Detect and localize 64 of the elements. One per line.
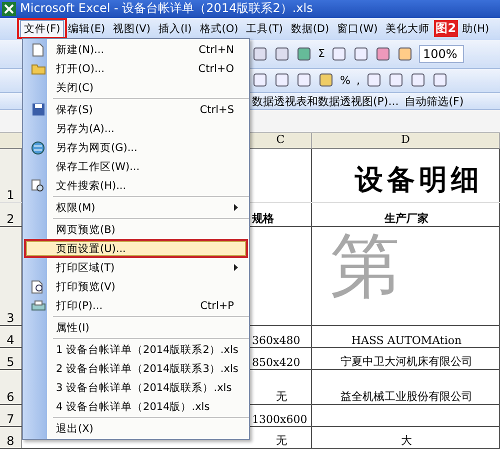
folder-icon	[30, 62, 46, 74]
column-header[interactable]: D	[312, 133, 500, 148]
row-header[interactable]: 1	[0, 148, 22, 202]
zoom-field[interactable]: 100%	[418, 44, 464, 63]
menu-entry[interactable]: 打印区域(T)	[24, 258, 248, 277]
menu-item[interactable]: 文件(F)	[20, 20, 64, 38]
menu-entry[interactable]: 属性(I)	[24, 318, 248, 337]
floppy-icon	[32, 103, 44, 116]
menu-entry[interactable]: 新建(N)... Ctrl+N	[24, 40, 248, 59]
row-header[interactable]: 7	[0, 404, 22, 426]
row-header[interactable]: 2	[0, 202, 22, 226]
row-header[interactable]: 5	[0, 348, 22, 369]
menu-entry[interactable]: 4 设备台帐详单（2014版）.xls	[24, 397, 248, 416]
table-cell: 宁夏中卫大河机床有限公司	[312, 348, 500, 369]
menu-entry[interactable]: 保存(S) Ctrl+S	[24, 100, 248, 119]
comma-button[interactable]: ,	[356, 74, 360, 87]
menu-entry[interactable]: 关闭(C)	[24, 78, 248, 97]
table-cell: 益全机械工业股份有限公司	[312, 370, 500, 404]
menu-entry[interactable]: 1 设备台帐详单（2014版联系2）.xls	[24, 340, 248, 359]
menu-entry[interactable]: 页面设置(U)...	[24, 239, 248, 258]
window-title: Microsoft Excel - 设备台帐详单（2014版联系2）.xls	[20, 0, 313, 18]
menu-item[interactable]: 视图(V)	[109, 18, 154, 39]
menu-entry[interactable]: 2 设备台帐详单（2014版联系3）.xls	[24, 359, 248, 378]
submenu-arrow-icon	[234, 204, 238, 211]
sheet-title: 设备明细	[355, 162, 483, 198]
row-header[interactable]: 4	[0, 326, 22, 347]
menu-entry[interactable]: 3 设备台帐详单（2014版联系）.xls	[24, 378, 248, 397]
pivot-table-button[interactable]: 数据透视表和数据透视图(P)...	[252, 94, 399, 109]
menu-entry[interactable]: 另存为网页(G)...	[24, 138, 248, 157]
menu-entry[interactable]: 退出(X)	[24, 419, 248, 438]
menu-entry[interactable]: 文件搜索(H)...	[24, 176, 248, 195]
printer-icon	[30, 300, 46, 312]
autofilter-button[interactable]: 自动筛选(F)	[404, 94, 464, 109]
menu-entry[interactable]: 打印(P)... Ctrl+P	[24, 296, 248, 315]
menu-entry[interactable]: 打开(O)... Ctrl+O	[24, 59, 248, 78]
autosum-button[interactable]: Σ	[318, 47, 325, 60]
menu-entry[interactable]: 权限(M)	[24, 198, 248, 217]
row-header[interactable]: 8	[0, 426, 22, 448]
menu-item[interactable]: 美化大师	[382, 18, 434, 39]
menu-entry[interactable]: 保存工作区(W)...	[24, 157, 248, 176]
new-document-icon	[32, 42, 44, 56]
menu-item[interactable]: 窗口(W)	[333, 18, 382, 39]
menu-item[interactable]: 编辑(E)	[64, 18, 110, 39]
menu-entry[interactable]: 网页预览(B)	[24, 220, 248, 239]
menu-entry[interactable]: 打印预览(V)	[24, 277, 248, 296]
print-preview-icon	[31, 280, 45, 294]
page-number-mark: 第	[330, 230, 400, 301]
menu-entry[interactable]: 另存为(A)...	[24, 119, 248, 138]
globe-icon	[31, 140, 45, 154]
excel-icon	[2, 2, 16, 16]
table-cell: 生产厂家	[312, 202, 500, 226]
percent-button[interactable]: %	[340, 74, 350, 87]
submenu-arrow-icon	[234, 264, 238, 271]
menu-item[interactable]: 数据(D)	[286, 18, 334, 39]
table-cell: 大	[312, 426, 500, 448]
table-cell: HASS AUTOMAtion	[312, 326, 500, 347]
menu-item[interactable]: 格式(O)	[196, 18, 242, 39]
menu-item[interactable]: 助(H)	[458, 18, 494, 39]
menu-item[interactable]: 插入(I)	[154, 18, 196, 39]
row-header[interactable]: 6	[0, 370, 22, 404]
menu-item[interactable]: 工具(T)	[242, 18, 287, 39]
row-header[interactable]: 3	[0, 226, 22, 325]
file-search-icon	[31, 178, 45, 192]
figure-label: 图2	[434, 20, 458, 38]
